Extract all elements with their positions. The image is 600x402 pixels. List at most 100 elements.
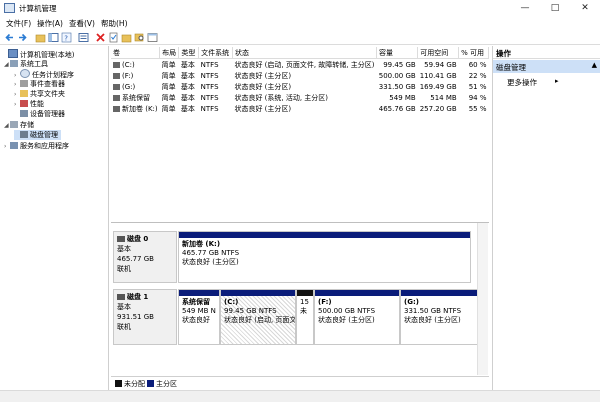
partition-size: 500.00 GB NTFS xyxy=(318,307,376,315)
partition-f[interactable]: (F:) 500.00 GB NTFS 状态良好 (主分区) xyxy=(314,289,400,345)
table-row[interactable]: 新加卷 (K:) 简单 基本 NTFS 状态良好 (主分区) 465.76 GB… xyxy=(111,103,489,114)
volume-capacity: 331.50 GB xyxy=(378,82,416,91)
up-folder-icon[interactable] xyxy=(35,32,46,43)
show-console-tree-icon[interactable] xyxy=(48,32,59,43)
menu-bar: 文件(F) 操作(A) 查看(V) 帮助(H) xyxy=(0,17,600,30)
volume-table: 卷 布局 类型 文件系统 状态 容量 可用空间 % 可用 (C:) 简单 基本 … xyxy=(111,47,489,114)
volume-percent-free: 55 % xyxy=(468,104,487,113)
column-header-free-space[interactable]: 可用空间 xyxy=(417,47,460,59)
disk-1-label[interactable]: 磁盘 1 基本 931.51 GB 联机 xyxy=(113,289,177,345)
partition-g[interactable]: (G:) 331.50 GB NTFS 状态良好 (主分区) xyxy=(400,289,487,345)
disk-view-scrollbar[interactable] xyxy=(477,223,488,375)
volume-status: 状态良好 (主分区) xyxy=(234,104,292,113)
table-row[interactable]: (C:) 简单 基本 NTFS 状态良好 (启动, 页面文件, 故障转储, 主分… xyxy=(111,59,489,71)
column-header-volume[interactable]: 卷 xyxy=(111,47,161,59)
submenu-arrow-icon: ▸ xyxy=(555,77,559,85)
tree-item-event-viewer[interactable]: › 事件查看器 xyxy=(14,79,65,89)
tree-item-computer-management[interactable]: 计算机管理(本地) xyxy=(2,49,74,59)
action-disk-management[interactable]: 磁盘管理 ▲ xyxy=(493,60,600,73)
back-icon[interactable] xyxy=(4,32,15,43)
list-view-icon[interactable] xyxy=(78,32,89,43)
properties-icon[interactable] xyxy=(108,32,119,43)
actions-header: 操作 xyxy=(493,46,600,59)
volume-capacity: 549 MB xyxy=(389,93,416,102)
tree-item-shared-folders[interactable]: › 共享文件夹 xyxy=(14,89,65,99)
disk-1-status: 联机 xyxy=(117,323,131,331)
forward-icon[interactable] xyxy=(17,32,28,43)
column-header-percent-free[interactable]: % 可用 xyxy=(458,47,489,59)
volume-filesystem: NTFS xyxy=(200,93,219,102)
tree-item-system-tools[interactable]: ◢ 系统工具 xyxy=(4,59,48,69)
tools-icon xyxy=(10,60,18,67)
tree-item-services-apps[interactable]: › 服务和应用程序 xyxy=(4,141,69,151)
help-icon[interactable]: ? xyxy=(61,32,72,43)
volume-layout: 简单 xyxy=(161,71,176,80)
partition-system-reserved[interactable]: 系统保留 549 MB N 状态良好 xyxy=(178,289,220,345)
disk-0-label[interactable]: 磁盘 0 基本 465.77 GB 联机 xyxy=(113,231,177,283)
column-header-type[interactable]: 类型 xyxy=(178,47,200,59)
table-row[interactable]: (F:) 简单 基本 NTFS 状态良好 (主分区) 500.00 GB 110… xyxy=(111,70,489,81)
minimize-button[interactable]: — xyxy=(510,0,540,17)
new-window-icon[interactable] xyxy=(147,32,158,43)
tree-item-storage[interactable]: ◢ 存储 xyxy=(4,120,34,130)
tree-item-disk-management[interactable]: 磁盘管理 xyxy=(14,130,61,140)
search-icon[interactable] xyxy=(134,32,145,43)
column-header-filesystem[interactable]: 文件系统 xyxy=(198,47,233,59)
partition-k[interactable]: 新加卷 (K:) 465.77 GB NTFS 状态良好 (主分区) xyxy=(178,231,471,283)
table-row[interactable]: 系统保留 简单 基本 NTFS 状态良好 (系统, 活动, 主分区) 549 M… xyxy=(111,92,489,103)
volume-filesystem: NTFS xyxy=(200,71,219,80)
folder-icon[interactable] xyxy=(121,32,132,43)
column-header-capacity[interactable]: 容量 xyxy=(376,47,419,59)
column-header-layout[interactable]: 布局 xyxy=(159,47,180,59)
disk-icon xyxy=(117,236,125,242)
disk-0-size: 465.77 GB xyxy=(117,255,154,263)
partition-size: 331.50 GB NTFS xyxy=(404,307,462,315)
volume-table-header: 卷 布局 类型 文件系统 状态 容量 可用空间 % 可用 xyxy=(111,47,489,59)
partition-status: 状态良好 xyxy=(182,316,210,324)
partition-status: 状态良好 (主分区) xyxy=(318,316,375,324)
collapse-up-icon[interactable]: ▲ xyxy=(592,61,597,69)
volume-name: (G:) xyxy=(111,81,160,92)
disk-0-name: 磁盘 0 xyxy=(117,234,173,244)
legend-primary: 主分区 xyxy=(147,379,177,389)
performance-icon xyxy=(20,100,28,107)
delete-icon[interactable] xyxy=(95,32,106,43)
column-header-status[interactable]: 状态 xyxy=(232,47,378,59)
volume-type: 基本 xyxy=(180,71,195,80)
menu-action[interactable]: 操作(A) xyxy=(37,18,63,29)
volume-free-space: 257.20 GB xyxy=(419,104,457,113)
clock-icon xyxy=(20,69,30,78)
partition-unallocated[interactable]: 15 未 xyxy=(296,289,314,345)
volume-layout: 简单 xyxy=(161,93,176,102)
drive-icon xyxy=(113,94,120,101)
partition-name: 系统保留 xyxy=(182,298,210,306)
title-bar: 计算机管理 — □ ✕ xyxy=(0,0,600,17)
volume-status: 状态良好 (启动, 页面文件, 故障转储, 主分区) xyxy=(234,60,375,69)
partition-size: 549 MB N xyxy=(182,307,216,315)
volume-name: (C:) xyxy=(111,59,160,71)
console-tree: 计算机管理(本地) ◢ 系统工具 › 任务计划程序 › 事件查看器 › 共享文件夹 › 性… xyxy=(0,46,109,398)
folder-icon xyxy=(20,90,28,97)
disk-1-name: 磁盘 1 xyxy=(117,292,173,302)
close-button[interactable]: ✕ xyxy=(570,0,600,17)
tree-item-performance[interactable]: › 性能 xyxy=(14,99,44,109)
partition-size: 15 xyxy=(300,298,309,306)
partition-name: (G:) xyxy=(404,298,419,306)
partition-size: 99.45 GB NTFS xyxy=(224,307,277,315)
toolbar: ? xyxy=(0,30,600,45)
action-more-actions[interactable]: 更多操作 ▸ xyxy=(507,77,559,88)
disk-1-size: 931.51 GB xyxy=(117,313,154,321)
volume-filesystem: NTFS xyxy=(200,60,219,69)
tree-item-task-scheduler[interactable]: › 任务计划程序 xyxy=(14,69,74,79)
menu-view[interactable]: 查看(V) xyxy=(69,18,95,29)
maximize-button[interactable]: □ xyxy=(540,0,570,17)
menu-help[interactable]: 帮助(H) xyxy=(101,18,128,29)
device-icon xyxy=(20,110,28,117)
drive-icon xyxy=(113,83,120,90)
tree-item-device-manager[interactable]: 设备管理器 xyxy=(14,109,65,119)
table-row[interactable]: (G:) 简单 基本 NTFS 状态良好 (主分区) 331.50 GB 169… xyxy=(111,81,489,92)
partition-c-selected[interactable]: (C:) 99.45 GB NTFS 状态良好 (启动, 页面文 xyxy=(220,289,296,345)
disk-0-type: 基本 xyxy=(117,245,131,253)
legend: 未分配 主分区 xyxy=(111,376,489,388)
menu-file[interactable]: 文件(F) xyxy=(6,18,31,29)
